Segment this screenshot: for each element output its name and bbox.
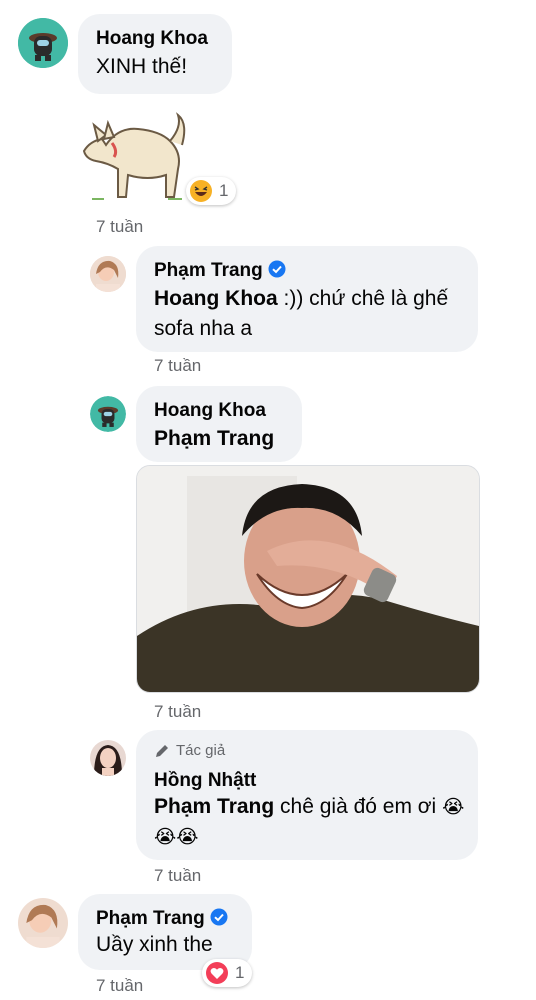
- comment-time[interactable]: 7 tuần: [96, 217, 143, 237]
- gif-attachment[interactable]: [136, 465, 480, 693]
- comment-time[interactable]: 7 tuần: [96, 976, 143, 996]
- verified-badge-icon: [268, 260, 286, 278]
- avatar-pham-trang[interactable]: [90, 256, 126, 292]
- reaction-badge[interactable]: 1: [186, 177, 237, 205]
- avatar-hoang-khoa[interactable]: [90, 396, 126, 432]
- haha-emoji-icon: [190, 180, 212, 202]
- mention-link[interactable]: Hoang Khoa: [154, 287, 278, 310]
- comment-bubble-4: Tác giả Hồng Nhậtt Phạm Trang chê già đó…: [136, 730, 478, 860]
- comment-text: Uầy xinh the: [96, 933, 213, 956]
- comment-time[interactable]: 7 tuần: [154, 356, 201, 376]
- comment-author[interactable]: Phạm Trang: [154, 260, 286, 282]
- comment-time[interactable]: 7 tuần: [154, 866, 201, 886]
- comment-text: Phạm Trang chê già đó em ơi 😭😭😭: [154, 795, 465, 848]
- comment-bubble-1: Hoang Khoa XINH thế!: [78, 14, 232, 94]
- dog-sticker[interactable]: [78, 105, 190, 205]
- mention-link[interactable]: Phạm Trang: [154, 795, 274, 818]
- comment-text: XINH thế!: [96, 55, 188, 78]
- comment-author[interactable]: Hoang Khoa: [96, 28, 208, 50]
- reaction-count: 1: [235, 963, 245, 982]
- comment-time[interactable]: 7 tuần: [154, 702, 201, 722]
- pencil-icon: [156, 744, 168, 757]
- reaction-count: 1: [219, 181, 229, 200]
- verified-badge-icon: [210, 908, 228, 926]
- comment-author[interactable]: Phạm Trang: [96, 908, 228, 930]
- comment-bubble-2: Phạm Trang Hoang Khoa :)) chứ chê là ghế…: [136, 246, 478, 352]
- comment-text: Hoang Khoa :)) chứ chê là ghế sofa nha a: [154, 287, 449, 340]
- avatar-pham-trang[interactable]: [18, 898, 68, 948]
- avatar-hong-nhatt[interactable]: [90, 740, 126, 776]
- author-badge: Tác giả: [154, 742, 225, 759]
- comment-author[interactable]: Hoang Khoa: [154, 400, 266, 422]
- mention-link[interactable]: Phạm Trang: [154, 424, 274, 454]
- comment-bubble-3: Hoang Khoa Phạm Trang: [136, 386, 302, 462]
- reaction-badge[interactable]: 1: [202, 959, 253, 987]
- comment-author[interactable]: Hồng Nhậtt: [154, 770, 256, 792]
- avatar-hoang-khoa[interactable]: [18, 18, 68, 68]
- heart-emoji-icon: [206, 962, 228, 984]
